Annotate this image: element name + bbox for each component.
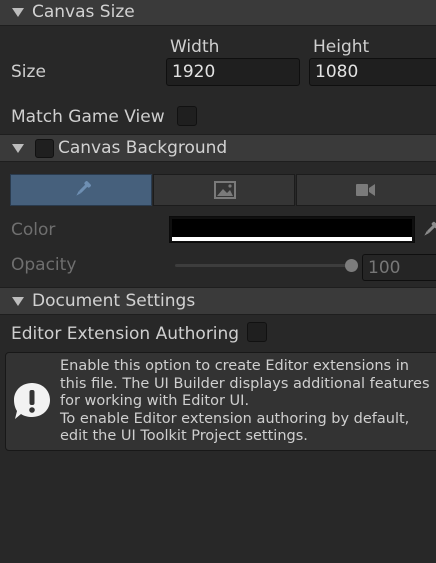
help-box: Enable this option to create Editor exte… <box>5 352 436 451</box>
height-label: Height <box>313 37 370 57</box>
eyedropper-icon <box>424 221 436 236</box>
opacity-slider-thumb[interactable] <box>344 259 358 272</box>
editor-extension-checkbox[interactable] <box>247 322 267 342</box>
eyedropper-icon <box>76 181 91 196</box>
help-line: for working with Editor UI. <box>60 393 250 409</box>
canvas-size-title: Canvas Size <box>32 2 135 22</box>
tab-camera[interactable] <box>296 174 436 206</box>
size-label: Size <box>11 62 46 82</box>
canvas-size-header[interactable]: Canvas Size <box>0 0 436 26</box>
alpha-bar <box>172 237 412 241</box>
canvas-background-checkbox[interactable] <box>35 139 54 158</box>
image-icon <box>214 181 236 199</box>
foldout-arrow-icon[interactable] <box>12 144 24 153</box>
document-settings-title: Document Settings <box>32 291 196 311</box>
camera-icon <box>356 184 375 196</box>
foldout-arrow-icon[interactable] <box>12 297 24 306</box>
foldout-arrow-icon[interactable] <box>12 8 24 17</box>
editor-extension-label: Editor Extension Authoring <box>11 324 240 344</box>
tab-color[interactable] <box>10 174 152 206</box>
help-line: To enable Editor extension authoring by … <box>60 410 410 427</box>
color-field[interactable] <box>169 216 415 243</box>
tab-image[interactable] <box>153 174 295 206</box>
help-line: edit the UI Toolkit Project settings. <box>60 428 308 444</box>
opacity-slider-track[interactable] <box>175 264 351 267</box>
width-field[interactable]: 1920 <box>166 58 300 86</box>
color-swatch <box>172 219 412 237</box>
match-game-view-checkbox[interactable] <box>177 106 197 126</box>
match-game-view-label: Match Game View <box>11 107 165 127</box>
width-label: Width <box>170 37 220 57</box>
info-icon <box>14 383 50 419</box>
opacity-field[interactable]: 100 <box>362 254 436 281</box>
document-settings-header[interactable]: Document Settings <box>0 287 436 315</box>
canvas-background-header[interactable]: Canvas Background <box>0 134 436 162</box>
help-line: this file. The UI Builder displays addit… <box>60 375 430 392</box>
opacity-label: Opacity <box>11 255 77 275</box>
color-picker-button[interactable] <box>418 217 436 243</box>
help-line: Enable this option to create Editor exte… <box>60 358 409 374</box>
color-label: Color <box>11 220 56 240</box>
help-text: Enable this option to create Editor exte… <box>60 358 430 446</box>
height-field[interactable]: 1080 <box>309 58 436 86</box>
canvas-background-title: Canvas Background <box>58 138 228 158</box>
